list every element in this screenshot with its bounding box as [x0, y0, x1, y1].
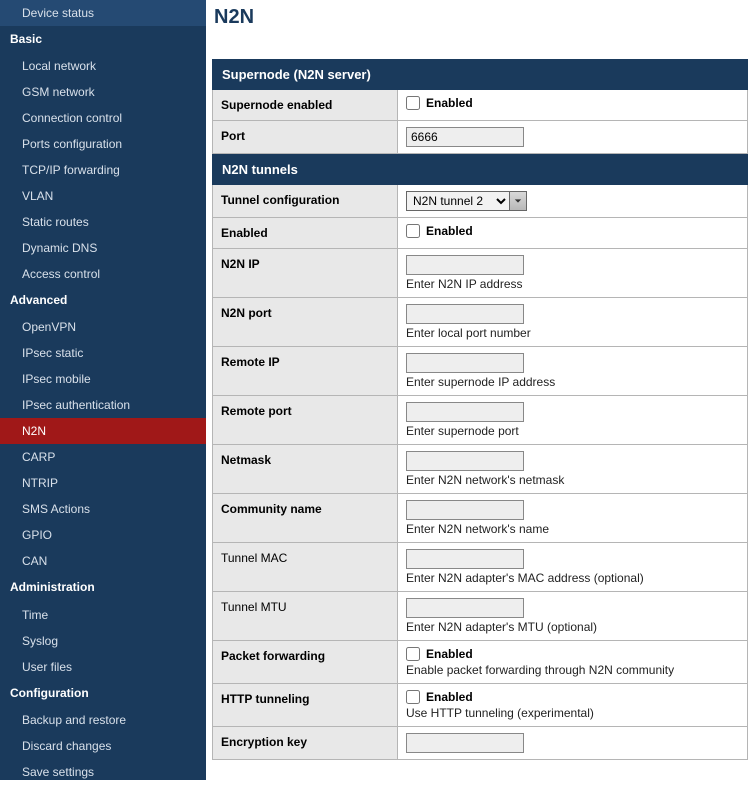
row-http-tunneling: HTTP tunneling Enabled Use HTTP tunnelin… — [212, 684, 748, 727]
row-netmask: Netmask Enter N2N network's netmask — [212, 445, 748, 494]
sidebar-item-save-settings[interactable]: Save settings — [0, 759, 206, 785]
cblabel-supernode-enabled: Enabled — [426, 96, 473, 110]
hint-remote-ip: Enter supernode IP address — [406, 375, 739, 389]
checkbox-supernode-enabled[interactable] — [406, 96, 420, 110]
label-supernode-enabled: Supernode enabled — [213, 90, 398, 120]
label-encryption-key: Encryption key — [213, 727, 398, 759]
input-netmask[interactable] — [406, 451, 524, 471]
row-tunnel-mtu: Tunnel MTU Enter N2N adapter's MTU (opti… — [212, 592, 748, 641]
hint-http-tunneling: Use HTTP tunneling (experimental) — [406, 706, 739, 720]
input-n2n-ip[interactable] — [406, 255, 524, 275]
input-remote-ip[interactable] — [406, 353, 524, 373]
sidebar-item-gpio[interactable]: GPIO — [0, 522, 206, 548]
hint-tunnel-mac: Enter N2N adapter's MAC address (optiona… — [406, 571, 739, 585]
checkbox-http-tunneling[interactable] — [406, 690, 420, 704]
label-tunnel-configuration: Tunnel configuration — [213, 185, 398, 217]
input-tunnel-mac[interactable] — [406, 549, 524, 569]
sidebar-item-ipsec-static[interactable]: IPsec static — [0, 340, 206, 366]
input-port[interactable] — [406, 127, 524, 147]
sidebar-item-ports-configuration[interactable]: Ports configuration — [0, 131, 206, 157]
row-n2n-port: N2N port Enter local port number — [212, 298, 748, 347]
sidebar: Device status Basic Local network GSM ne… — [0, 0, 206, 780]
row-remote-ip: Remote IP Enter supernode IP address — [212, 347, 748, 396]
sidebar-item-backup-restore[interactable]: Backup and restore — [0, 707, 206, 733]
section-header-supernode: Supernode (N2N server) — [212, 59, 748, 90]
hint-netmask: Enter N2N network's netmask — [406, 473, 739, 487]
row-tunnel-configuration: Tunnel configuration N2N tunnel 2 — [212, 185, 748, 218]
sidebar-item-gsm-network[interactable]: GSM network — [0, 79, 206, 105]
sidebar-item-tcpip-forwarding[interactable]: TCP/IP forwarding — [0, 157, 206, 183]
chevron-down-icon[interactable] — [509, 191, 527, 211]
hint-n2n-port: Enter local port number — [406, 326, 739, 340]
row-community: Community name Enter N2N network's name — [212, 494, 748, 543]
sidebar-item-openvpn[interactable]: OpenVPN — [0, 314, 206, 340]
checkbox-enabled[interactable] — [406, 224, 420, 238]
sidebar-item-ipsec-authentication[interactable]: IPsec authentication — [0, 392, 206, 418]
cblabel-enabled: Enabled — [426, 224, 473, 238]
hint-packet-forwarding: Enable packet forwarding through N2N com… — [406, 663, 739, 677]
label-remote-port: Remote port — [213, 396, 398, 444]
row-encryption-key: Encryption key — [212, 727, 748, 760]
sidebar-item-syslog[interactable]: Syslog — [0, 628, 206, 654]
sidebar-item-ntrip[interactable]: NTRIP — [0, 470, 206, 496]
label-packet-forwarding: Packet forwarding — [213, 641, 398, 683]
label-remote-ip: Remote IP — [213, 347, 398, 395]
page-title: N2N — [214, 6, 748, 29]
sidebar-item-connection-control[interactable]: Connection control — [0, 105, 206, 131]
hint-tunnel-mtu: Enter N2N adapter's MTU (optional) — [406, 620, 739, 634]
label-netmask: Netmask — [213, 445, 398, 493]
sidebar-section-basic: Basic — [0, 26, 206, 53]
label-http-tunneling: HTTP tunneling — [213, 684, 398, 726]
sidebar-section-configuration: Configuration — [0, 680, 206, 707]
sidebar-section-advanced: Advanced — [0, 287, 206, 314]
sidebar-item-sms-actions[interactable]: SMS Actions — [0, 496, 206, 522]
input-n2n-port[interactable] — [406, 304, 524, 324]
hint-remote-port: Enter supernode port — [406, 424, 739, 438]
hint-n2n-ip: Enter N2N IP address — [406, 277, 739, 291]
sidebar-item-dynamic-dns[interactable]: Dynamic DNS — [0, 235, 206, 261]
hint-community: Enter N2N network's name — [406, 522, 739, 536]
row-n2n-ip: N2N IP Enter N2N IP address — [212, 249, 748, 298]
label-n2n-ip: N2N IP — [213, 249, 398, 297]
label-tunnel-mtu: Tunnel MTU — [213, 592, 398, 640]
sidebar-item-vlan[interactable]: VLAN — [0, 183, 206, 209]
sidebar-item-can[interactable]: CAN — [0, 548, 206, 574]
select-tunnel-configuration[interactable]: N2N tunnel 2 — [406, 191, 510, 211]
sidebar-section-administration: Administration — [0, 574, 206, 601]
label-tunnel-mac: Tunnel MAC — [213, 543, 398, 591]
main-content: N2N Supernode (N2N server) Supernode ena… — [206, 0, 754, 780]
sidebar-item-carp[interactable]: CARP — [0, 444, 206, 470]
label-n2n-port: N2N port — [213, 298, 398, 346]
sidebar-item-time[interactable]: Time — [0, 602, 206, 628]
row-packet-forwarding: Packet forwarding Enabled Enable packet … — [212, 641, 748, 684]
row-tunnel-mac: Tunnel MAC Enter N2N adapter's MAC addre… — [212, 543, 748, 592]
section-header-tunnels: N2N tunnels — [212, 154, 748, 185]
label-enabled: Enabled — [213, 218, 398, 248]
label-community: Community name — [213, 494, 398, 542]
checkbox-packet-forwarding[interactable] — [406, 647, 420, 661]
label-port: Port — [213, 121, 398, 153]
input-encryption-key[interactable] — [406, 733, 524, 753]
row-remote-port: Remote port Enter supernode port — [212, 396, 748, 445]
sidebar-item-user-files[interactable]: User files — [0, 654, 206, 680]
input-tunnel-mtu[interactable] — [406, 598, 524, 618]
row-port: Port — [212, 121, 748, 154]
row-supernode-enabled: Supernode enabled Enabled — [212, 90, 748, 121]
row-enabled: Enabled Enabled — [212, 218, 748, 249]
input-remote-port[interactable] — [406, 402, 524, 422]
sidebar-item-access-control[interactable]: Access control — [0, 261, 206, 287]
sidebar-item-local-network[interactable]: Local network — [0, 53, 206, 79]
sidebar-item-ipsec-mobile[interactable]: IPsec mobile — [0, 366, 206, 392]
sidebar-item-discard-changes[interactable]: Discard changes — [0, 733, 206, 759]
sidebar-item-n2n[interactable]: N2N — [0, 418, 206, 444]
cblabel-http-tunneling: Enabled — [426, 690, 473, 704]
sidebar-item-device-status[interactable]: Device status — [0, 0, 206, 26]
input-community[interactable] — [406, 500, 524, 520]
sidebar-item-static-routes[interactable]: Static routes — [0, 209, 206, 235]
cblabel-packet-forwarding: Enabled — [426, 647, 473, 661]
